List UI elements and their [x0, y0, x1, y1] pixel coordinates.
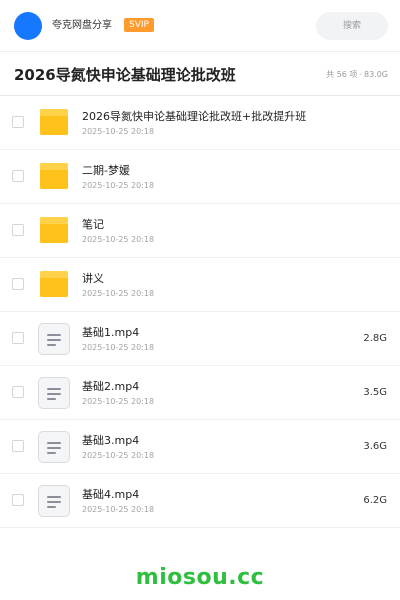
- item-name[interactable]: 笔记: [82, 218, 104, 232]
- search-input[interactable]: [316, 12, 388, 40]
- list-item[interactable]: 基础2.mp4 2025-10-25 20:18 3.5G: [0, 366, 400, 420]
- folder-header: 2026导氮快申论基础理论批改班 共 56 项 · 83.0G: [0, 52, 400, 96]
- brand-name: 夸克网盘分享: [52, 20, 112, 31]
- list-item[interactable]: 讲义 2025-10-25 20:18: [0, 258, 400, 312]
- item-name[interactable]: 基础3.mp4: [82, 434, 139, 448]
- document-icon: [38, 485, 70, 517]
- folder-meta: 共 56 项 · 83.0G: [326, 69, 388, 81]
- item-count: 共 56 项: [326, 70, 358, 79]
- item-name[interactable]: 讲义: [82, 272, 104, 286]
- select-checkbox[interactable]: [12, 440, 24, 452]
- folder-icon: [38, 215, 70, 247]
- folder-icon: [38, 107, 70, 139]
- item-date: 2025-10-25 20:18: [82, 289, 155, 298]
- item-name[interactable]: 基础2.mp4: [82, 380, 139, 394]
- item-size: 6.2G: [363, 495, 387, 506]
- list-item[interactable]: 2026导氮快申论基础理论批改班+批改提升班 2025-10-25 20:18: [0, 96, 400, 150]
- document-icon: [38, 377, 70, 409]
- document-icon: [38, 323, 70, 355]
- total-size: 83.0G: [363, 70, 388, 79]
- select-checkbox[interactable]: [12, 224, 24, 236]
- select-checkbox[interactable]: [12, 278, 24, 290]
- select-checkbox[interactable]: [12, 170, 24, 182]
- item-size: 2.8G: [363, 333, 387, 344]
- avatar[interactable]: [14, 12, 42, 40]
- item-size: 3.5G: [363, 387, 387, 398]
- page-title: 2026导氮快申论基础理论批改班: [14, 66, 236, 84]
- item-date: 2025-10-25 20:18: [82, 343, 155, 352]
- item-date: 2025-10-25 20:18: [82, 397, 155, 406]
- item-date: 2025-10-25 20:18: [82, 505, 155, 514]
- top-bar: 夸克网盘分享 SVIP: [0, 0, 400, 52]
- list-item[interactable]: 笔记 2025-10-25 20:18: [0, 204, 400, 258]
- file-list: 2026导氮快申论基础理论批改班+批改提升班 2025-10-25 20:18 二期…: [0, 96, 400, 528]
- item-name[interactable]: 基础1.mp4: [82, 326, 139, 340]
- item-date: 2025-10-25 20:18: [82, 127, 155, 136]
- list-item[interactable]: 基础1.mp4 2025-10-25 20:18 2.8G: [0, 312, 400, 366]
- list-item[interactable]: 基础3.mp4 2025-10-25 20:18 3.6G: [0, 420, 400, 474]
- item-date: 2025-10-25 20:18: [82, 451, 155, 460]
- item-date: 2025-10-25 20:18: [82, 235, 155, 244]
- list-item[interactable]: 基础4.mp4 2025-10-25 20:18 6.2G: [0, 474, 400, 528]
- list-item[interactable]: 二期-梦媛 2025-10-25 20:18: [0, 150, 400, 204]
- document-icon: [38, 431, 70, 463]
- item-date: 2025-10-25 20:18: [82, 181, 155, 190]
- item-size: 3.6G: [363, 441, 387, 452]
- select-checkbox[interactable]: [12, 116, 24, 128]
- svip-badge: SVIP: [124, 18, 154, 32]
- select-checkbox[interactable]: [12, 332, 24, 344]
- folder-icon: [38, 161, 70, 193]
- watermark: miosou.cc: [135, 565, 265, 590]
- item-name[interactable]: 基础4.mp4: [82, 488, 139, 502]
- select-checkbox[interactable]: [12, 494, 24, 506]
- item-name[interactable]: 二期-梦媛: [82, 164, 130, 178]
- folder-icon: [38, 269, 70, 301]
- meta-separator: ·: [359, 70, 362, 79]
- select-checkbox[interactable]: [12, 386, 24, 398]
- item-name[interactable]: 2026导氮快申论基础理论批改班+批改提升班: [82, 110, 306, 124]
